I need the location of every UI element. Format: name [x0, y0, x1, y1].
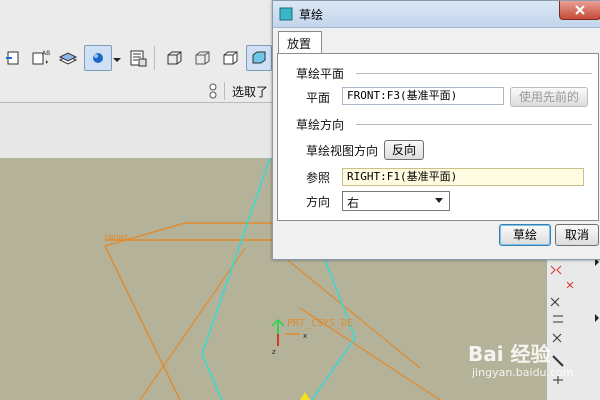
- csys-label: PRT_CSYS_DE: [287, 318, 354, 329]
- axis-z-label: z: [272, 348, 276, 356]
- svg-text:AB: AB: [42, 50, 50, 57]
- datum-plane-edge: [139, 247, 246, 400]
- orientation-select[interactable]: 右: [342, 191, 450, 211]
- tab-placement[interactable]: 放置: [278, 31, 322, 54]
- datum-plane-edge: [104, 245, 181, 400]
- orientation-value: 右: [347, 196, 360, 210]
- plane-field[interactable]: FRONT:F3(基准平面): [342, 87, 504, 105]
- close-icon: [575, 5, 585, 15]
- reference-label: 参照: [306, 171, 331, 185]
- sketch-line: [201, 158, 271, 400]
- datum-plane-edge: [104, 222, 280, 247]
- sketch-ok-button[interactable]: 草绘: [499, 224, 551, 246]
- no-hidden-icon[interactable]: [220, 48, 240, 68]
- view-direction-label: 草绘视图方向: [306, 144, 379, 158]
- selection-status-text: 选取了: [232, 85, 269, 99]
- dropdown-arrow-icon[interactable]: [112, 50, 122, 70]
- use-previous-button[interactable]: 使用先前的: [510, 87, 588, 107]
- reference-field[interactable]: RIGHT:F1(基准平面): [342, 168, 584, 186]
- section-orientation-heading: 草绘方向: [296, 118, 345, 132]
- datum-plane-icon[interactable]: AB: [30, 48, 50, 68]
- layers-icon[interactable]: [58, 48, 78, 68]
- toolbar-separator: [154, 46, 155, 70]
- plane-label: 平面: [306, 91, 331, 105]
- selection-separator: [224, 82, 225, 100]
- tab-placement-label: 放置: [287, 37, 312, 51]
- datum-plane-edge: [284, 257, 421, 369]
- axis-x-label: x: [303, 332, 308, 340]
- datum-point-icon[interactable]: [4, 48, 24, 68]
- cancel-button[interactable]: 取消: [555, 224, 599, 246]
- dialog-app-icon: [279, 7, 293, 21]
- dialog-titlebar[interactable]: 草绘: [273, 1, 600, 28]
- chevron-down-icon: [435, 198, 443, 203]
- view-manager-icon[interactable]: [128, 48, 148, 68]
- shaded-sphere-icon: [93, 53, 103, 63]
- section-divider: [356, 73, 592, 74]
- section-divider: [356, 124, 592, 125]
- watermark-brand: Bai 经验: [468, 342, 551, 366]
- shaded-box-icon: [252, 51, 266, 64]
- wireframe-icon[interactable]: [164, 48, 184, 68]
- hidden-line-icon[interactable]: [192, 48, 212, 68]
- mouse-icon: [209, 83, 217, 99]
- display-style-button[interactable]: [84, 45, 112, 71]
- watermark-url: jingyan.baidu.com: [472, 366, 574, 379]
- shading-button[interactable]: [246, 45, 272, 71]
- flip-button[interactable]: 反向: [384, 140, 424, 160]
- tab-content: 草绘平面 平面 FRONT:F3(基准平面) 使用先前的 草绘方向 草绘视图方向…: [277, 53, 599, 221]
- dialog-title: 草绘: [299, 8, 324, 22]
- close-button[interactable]: [559, 1, 600, 20]
- orientation-label: 方向: [306, 195, 331, 209]
- section-plane-heading: 草绘平面: [296, 67, 345, 81]
- direction-arrow[interactable]: [300, 392, 310, 400]
- datum-label: FRONT: [104, 234, 129, 243]
- sketch-dialog: 草绘 放置 草绘平面 平面 FRONT:F3(基准平面) 使用先前的 草绘方向 …: [272, 0, 600, 260]
- watermark: Bai 经验 jingyan.baidu.com: [468, 338, 578, 388]
